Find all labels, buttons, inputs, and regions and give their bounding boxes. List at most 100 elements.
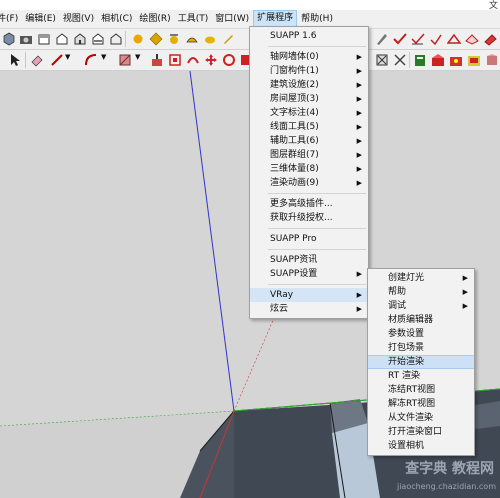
submenu-arrow-icon: ▶ [356, 109, 362, 117]
menu-file[interactable]: 件(F) [0, 11, 21, 27]
menu-item-label: 房间屋顶(3) [270, 94, 319, 104]
eraser-red-icon[interactable] [483, 32, 497, 46]
submenu-arrow-icon: ▶ [356, 123, 362, 131]
layout-icon[interactable] [467, 53, 481, 67]
select-arrow-icon[interactable] [8, 53, 22, 67]
vray-submenu: 创建灯光 ▶ 帮助 ▶ 调试 ▶ 材质编辑器 参数设置 打包场景 开始渲染 RT 渲染… [367, 268, 475, 456]
menu-item-label: 更多高级插件... [270, 199, 333, 209]
menu-item-vray[interactable]: VRay ▶ [250, 288, 368, 302]
pencil-icon[interactable] [375, 32, 389, 46]
rotate-icon[interactable] [222, 53, 236, 67]
toolbar-separator [125, 31, 126, 47]
right-view-icon[interactable] [73, 32, 87, 46]
menu-window[interactable]: 窗口(W) [212, 11, 252, 27]
submenu-arrow-icon: ▶ [356, 291, 362, 299]
vray-item-freeze-rt[interactable]: 冻结RT视图 [368, 383, 474, 397]
vray-item-open-frame-buffer[interactable]: 打开渲染窗口 [368, 425, 474, 439]
menu-item-door-window[interactable]: 门窗构件(1) ▶ [250, 64, 368, 78]
menu-item-label: SUAPP 1.6 [270, 31, 317, 41]
box-icon[interactable] [485, 53, 499, 67]
menu-item-get-license[interactable]: 获取升级授权... [250, 211, 368, 225]
chevron-down-icon[interactable]: ▼ [135, 53, 149, 67]
vray-item-pack-scene[interactable]: 打包场景 [368, 341, 474, 355]
arc-check-icon[interactable] [429, 32, 443, 46]
section-icon[interactable] [185, 32, 199, 46]
menu-item-label: 三维体量(8) [270, 164, 319, 174]
menu-item-3d-mass[interactable]: 三维体量(8) ▶ [250, 162, 368, 176]
menu-item-label: 轴网墙体(0) [270, 52, 319, 62]
chevron-down-icon[interactable]: ▼ [101, 53, 115, 67]
vray-item-options[interactable]: 参数设置 [368, 327, 474, 341]
menu-draw[interactable]: 绘图(R) [136, 11, 173, 27]
menu-item-label: 冻结RT视图 [388, 385, 436, 395]
menu-item-room-roof[interactable]: 房间屋顶(3) ▶ [250, 92, 368, 106]
check-red-icon[interactable] [393, 32, 407, 46]
vray-item-help[interactable]: 帮助 ▶ [368, 285, 474, 299]
arc-tool-icon[interactable] [84, 53, 98, 67]
menu-view[interactable]: 视图(V) [60, 11, 97, 27]
extension-warehouse-icon[interactable] [449, 53, 463, 67]
eraser-icon[interactable] [30, 53, 44, 67]
left-view-icon[interactable] [109, 32, 123, 46]
menu-item-text-annotation[interactable]: 文字标注(4) ▶ [250, 106, 368, 120]
vray-item-rt-render[interactable]: RT 渲染 [368, 369, 474, 383]
line-check-icon[interactable] [411, 32, 425, 46]
watermark-url: jiaocheng.chazidian.com [396, 482, 496, 491]
menu-item-suapp-version[interactable]: SUAPP 1.6 [250, 29, 368, 43]
fog-icon[interactable] [167, 32, 181, 46]
diamond-icon[interactable] [465, 32, 479, 46]
vray-item-debug[interactable]: 调试 ▶ [368, 299, 474, 313]
menu-item-suapp-settings[interactable]: SUAPP设置 ▶ [250, 267, 368, 281]
menu-item-helper-tools[interactable]: 辅助工具(6) ▶ [250, 134, 368, 148]
menu-item-line-face[interactable]: 线面工具(5) ▶ [250, 120, 368, 134]
menu-camera[interactable]: 相机(C) [98, 11, 135, 27]
book-icon[interactable] [413, 53, 427, 67]
chevron-down-icon[interactable]: ▼ [65, 53, 79, 67]
menu-help[interactable]: 帮助(H) [298, 11, 336, 27]
menu-item-building-facility[interactable]: 建筑设施(2) ▶ [250, 78, 368, 92]
menu-separator [268, 249, 366, 250]
menu-item-label: 材质编辑器 [388, 315, 434, 325]
menu-item-suapp-news[interactable]: SUAPP资讯 [250, 253, 368, 267]
menu-item-suapp-pro[interactable]: SUAPP Pro [250, 232, 368, 246]
menu-item-more-plugins[interactable]: 更多高级插件... [250, 197, 368, 211]
cube-icon[interactable] [2, 32, 16, 46]
move-icon[interactable] [204, 53, 218, 67]
camera-icon[interactable] [19, 32, 33, 46]
rectangle-tool-icon[interactable] [118, 53, 132, 67]
front-view-icon[interactable] [55, 32, 69, 46]
paint-icon[interactable] [221, 32, 235, 46]
watermark: 查字典 教程网 jiaocheng.chazidian.com [364, 456, 498, 498]
menu-separator [268, 228, 366, 229]
warehouse-icon[interactable] [431, 53, 445, 67]
top-view-icon[interactable] [37, 32, 51, 46]
vray-item-render-from-file[interactable]: 从文件渲染 [368, 411, 474, 425]
vray-item-create-light[interactable]: 创建灯光 ▶ [368, 271, 474, 285]
light-icon[interactable] [203, 32, 217, 46]
menu-item-label: 开始渲染 [388, 357, 425, 367]
submenu-arrow-icon: ▶ [356, 270, 362, 278]
offset-icon[interactable] [168, 53, 182, 67]
menu-item-axis-wall[interactable]: 轴网墙体(0) ▶ [250, 50, 368, 64]
zoom-extents-icon[interactable] [393, 53, 407, 67]
sun-icon[interactable] [131, 32, 145, 46]
push-pull-icon[interactable] [150, 53, 164, 67]
back-view-icon[interactable] [91, 32, 105, 46]
menu-item-xuanyun[interactable]: 炫云 ▶ [250, 302, 368, 316]
follow-me-icon[interactable] [186, 53, 200, 67]
menu-item-render-animation[interactable]: 渲染动画(9) ▶ [250, 176, 368, 190]
zoom-window-icon[interactable] [375, 53, 389, 67]
vray-item-material-editor[interactable]: 材质编辑器 [368, 313, 474, 327]
menu-item-label: 参数设置 [388, 329, 425, 339]
menu-item-label: 辅助工具(6) [270, 136, 319, 146]
line-tool-icon[interactable] [50, 53, 64, 67]
vray-item-unfreeze-rt[interactable]: 解冻RT视图 [368, 397, 474, 411]
watermark-title: 查字典 教程网 [405, 461, 494, 477]
shadow-icon[interactable] [149, 32, 163, 46]
triangle-icon[interactable] [447, 32, 461, 46]
menu-edit[interactable]: 编辑(E) [22, 11, 59, 27]
menu-tools[interactable]: 工具(T) [175, 11, 212, 27]
vray-item-set-camera[interactable]: 设置相机 [368, 439, 474, 453]
menu-item-layer-group[interactable]: 图层群组(7) ▶ [250, 148, 368, 162]
vray-item-start-render[interactable]: 开始渲染 [368, 355, 474, 369]
